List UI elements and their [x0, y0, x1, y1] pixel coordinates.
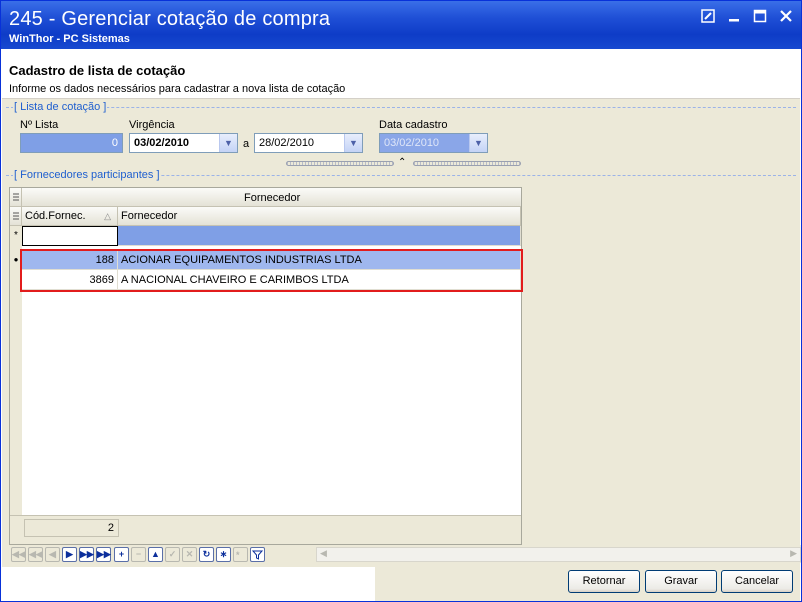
group-divider	[6, 107, 796, 108]
grid-band-header: Fornecedor	[10, 188, 521, 207]
lista-group-label: [ Lista de cotação ]	[13, 101, 108, 113]
band-header-label: Fornecedor	[244, 192, 301, 204]
cancelar-button[interactable]: Cancelar	[721, 570, 793, 593]
goto-bookmark-icon[interactable]: *	[233, 547, 248, 562]
panel-splitter[interactable]: ⌃	[286, 157, 521, 168]
data-cadastro-field: 03/02/2010 ▼	[379, 133, 488, 153]
next-record-icon[interactable]: ▶	[62, 547, 77, 562]
numero-label: Nº Lista	[20, 119, 59, 131]
retornar-button[interactable]: Retornar	[568, 570, 640, 593]
column-header-fornecedor[interactable]: Fornecedor	[118, 207, 521, 226]
save-bookmark-icon[interactable]: ∗	[216, 547, 231, 562]
post-icon[interactable]: ✓	[165, 547, 180, 562]
new-row-codigo-cell[interactable]	[22, 226, 118, 246]
close-icon[interactable]	[779, 9, 793, 23]
window-title: 245 - Gerenciar cotação de compra	[9, 8, 331, 30]
vigencia-from-value: 03/02/2010	[134, 137, 190, 149]
grid-navigator: ◀◀ ◀◀ ◀ ▶ ▶▶ ▶▶ + − ▲ ✓ ✕ ↻ ∗ * ◀ ▶	[9, 545, 801, 563]
prior-page-icon[interactable]: ◀◀	[28, 547, 43, 562]
vigencia-label: Virgência	[129, 119, 175, 131]
fornecedores-grid[interactable]: Fornecedor Cód.Fornec. △ Fornecedor * ● …	[9, 187, 522, 545]
main-content: [ Lista de cotação ] Nº Lista 0 Virgênci…	[2, 99, 801, 567]
splitter-grip-left	[286, 161, 394, 166]
grid-menu-icon[interactable]	[10, 207, 22, 226]
horizontal-scrollbar[interactable]: ◀ ▶	[316, 547, 801, 562]
last-record-icon[interactable]: ▶▶	[96, 547, 111, 562]
minimize-icon[interactable]	[727, 9, 741, 23]
prior-record-icon[interactable]: ◀	[45, 547, 60, 562]
vigencia-from-field[interactable]: 03/02/2010 ▼	[129, 133, 238, 153]
gravar-button[interactable]: Gravar	[645, 570, 717, 593]
bottom-bar: Retornar Gravar Cancelar	[2, 567, 800, 601]
edit-icon[interactable]	[701, 9, 715, 23]
grid-column-header: Cód.Fornec. △ Fornecedor	[10, 207, 521, 226]
page-title: Cadastro de lista de cotação	[9, 63, 186, 78]
numero-lista-field[interactable]: 0	[20, 133, 123, 153]
grid-menu-icon[interactable]	[10, 188, 22, 207]
filter-icon[interactable]	[250, 547, 265, 562]
vigencia-separator: a	[243, 138, 250, 150]
page-description: Informe os dados necessários para cadast…	[9, 83, 346, 95]
data-cadastro-value: 03/02/2010	[384, 137, 440, 149]
scroll-right-icon[interactable]: ▶	[790, 548, 797, 559]
sort-asc-icon: △	[104, 211, 111, 221]
status-area	[2, 567, 375, 601]
app-window: 245 - Gerenciar cotação de compra WinTho…	[0, 0, 802, 602]
cancel-edit-icon[interactable]: ✕	[182, 547, 197, 562]
splitter-grip-right	[413, 161, 521, 166]
first-record-icon[interactable]: ◀◀	[11, 547, 26, 562]
maximize-icon[interactable]	[753, 9, 767, 23]
edit-record-icon[interactable]: ▲	[148, 547, 163, 562]
record-count: 2	[24, 519, 119, 537]
title-bar[interactable]: 245 - Gerenciar cotação de compra WinTho…	[1, 1, 801, 49]
asterisk-icon: *	[10, 226, 22, 246]
vigencia-to-field[interactable]: 28/02/2010 ▼	[254, 133, 363, 153]
column-header-codigo[interactable]: Cód.Fornec. △	[22, 207, 118, 226]
svg-text:*: *	[236, 550, 240, 560]
chevron-down-icon[interactable]: ▼	[219, 134, 237, 152]
column-header-codigo-label: Cód.Fornec.	[25, 210, 86, 222]
page-header: Cadastro de lista de cotação Informe os …	[2, 49, 800, 99]
next-page-icon[interactable]: ▶▶	[79, 547, 94, 562]
chevron-down-icon: ▼	[469, 134, 487, 152]
data-cadastro-label: Data cadastro	[379, 119, 448, 131]
window-subtitle: WinThor - PC Sistemas	[9, 33, 130, 45]
chevron-up-icon[interactable]: ⌃	[398, 157, 406, 168]
vigencia-to-value: 28/02/2010	[259, 137, 315, 149]
refresh-icon[interactable]: ↻	[199, 547, 214, 562]
scroll-left-icon[interactable]: ◀	[320, 548, 327, 559]
selection-highlight	[20, 249, 523, 292]
fornecedores-group-label: [ Fornecedores participantes ]	[13, 169, 161, 181]
insert-icon[interactable]: +	[114, 547, 129, 562]
delete-icon[interactable]: −	[131, 547, 146, 562]
chevron-down-icon[interactable]: ▼	[344, 134, 362, 152]
grid-footer: 2	[10, 515, 521, 537]
new-row-fornecedor-cell[interactable]	[118, 226, 521, 246]
new-row[interactable]: *	[10, 226, 521, 246]
